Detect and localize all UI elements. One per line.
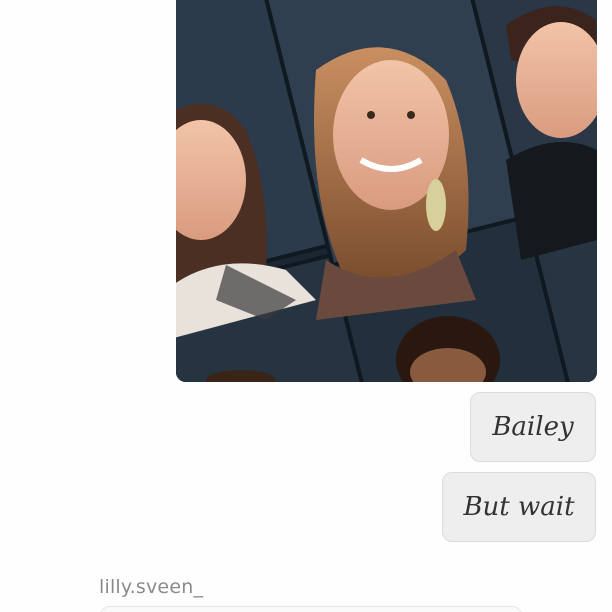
yearbook-photo-image — [176, 0, 597, 382]
chat-thread: Bailey But wait lilly.sveen_ — [0, 0, 612, 612]
message-bubble[interactable]: But wait — [442, 472, 596, 542]
message-text: But wait — [463, 492, 575, 522]
incoming-message-bubble[interactable] — [100, 606, 522, 612]
message-bubble[interactable]: Bailey — [470, 392, 596, 462]
shared-photo-message[interactable] — [176, 0, 597, 382]
message-text: Bailey — [492, 412, 574, 442]
sender-username[interactable]: lilly.sveen_ — [99, 576, 203, 598]
